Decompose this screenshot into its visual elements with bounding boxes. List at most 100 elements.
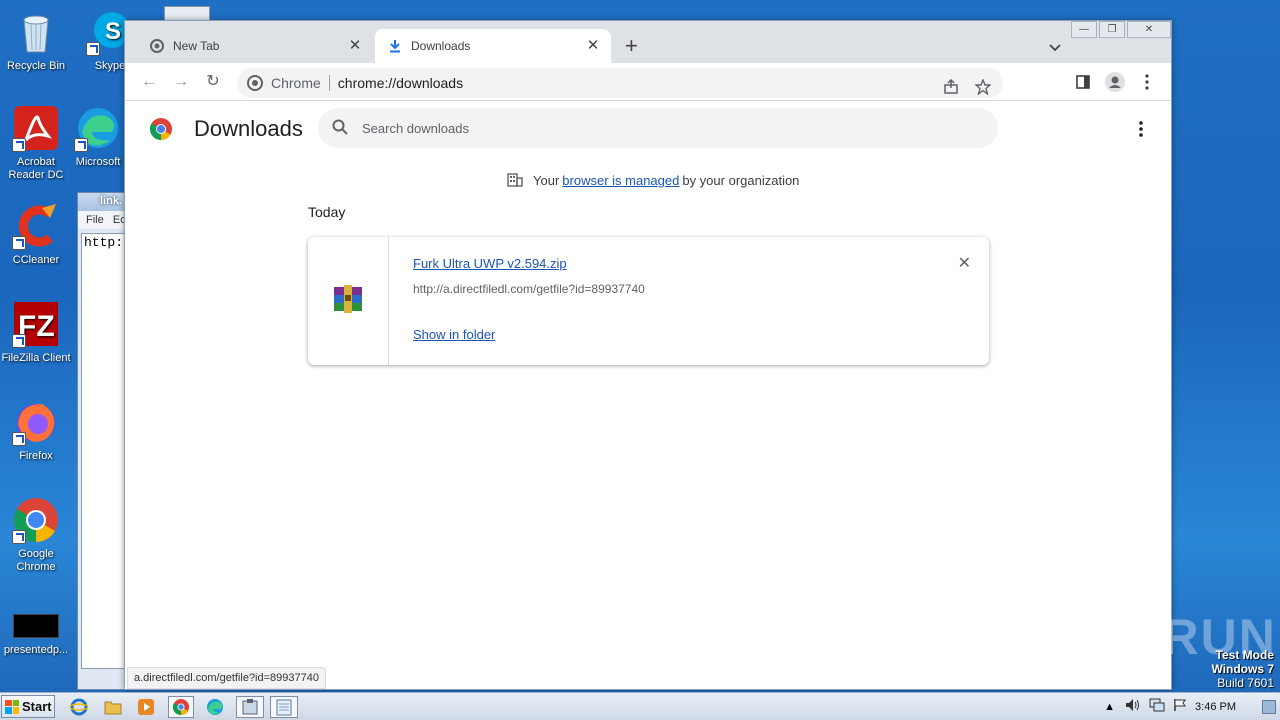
desktop-icon-label: Skype (94, 60, 126, 72)
managed-link[interactable]: browser is managed (562, 173, 679, 188)
desktop-icon-firefox[interactable]: Firefox (0, 398, 74, 463)
firefox-icon (12, 398, 60, 446)
back-arrow-icon[interactable]: ← (139, 72, 159, 92)
acrobat-icon (12, 104, 60, 152)
side-panel-icon[interactable] (1073, 72, 1093, 92)
test-mode-line1: Test Mode (1215, 648, 1274, 662)
chrome-icon (149, 38, 165, 54)
svg-text:S: S (105, 18, 121, 45)
browser-menu-icon[interactable] (1137, 72, 1157, 92)
system-clock[interactable]: 3:46 PM (1195, 701, 1236, 713)
internet-explorer-icon[interactable] (68, 696, 90, 718)
filezilla-icon: FZ (12, 300, 60, 348)
tab-strip: — ❐ ✕ New Tab ✕ Downloads ✕ + (125, 21, 1171, 63)
desktop-icon-presented[interactable]: presentedp... (0, 614, 74, 657)
browser-toolbar: ← → ↻ Chrome chrome://downloads (125, 63, 1171, 101)
taskbar-chrome-icon[interactable] (168, 696, 194, 718)
taskbar-notepad-icon[interactable] (270, 696, 298, 718)
desktop-icon-ccleaner[interactable]: CCleaner (0, 202, 74, 267)
ccleaner-icon (12, 202, 60, 250)
chrome-logo-icon (149, 117, 173, 141)
download-item: Furk Ultra UWP v2.594.zip http://a.direc… (308, 237, 989, 365)
desktop-icon-google-chrome[interactable]: Google Chrome (0, 496, 74, 574)
tab-downloads[interactable]: Downloads ✕ (375, 29, 611, 63)
tab-close-icon[interactable]: ✕ (583, 36, 603, 56)
window-controls: — ❐ ✕ (1069, 21, 1171, 41)
new-tab-button[interactable]: + (625, 35, 638, 57)
taskbar-app-icon[interactable] (236, 696, 264, 718)
forward-arrow-icon[interactable]: → (171, 72, 191, 92)
address-separator (328, 75, 330, 91)
managed-prefix: Your (533, 173, 560, 188)
action-center-flag-icon[interactable] (1173, 698, 1187, 717)
tab-new-tab[interactable]: New Tab ✕ (137, 29, 373, 63)
window-close-button[interactable]: ✕ (1127, 21, 1171, 38)
show-hidden-icons-icon[interactable]: ▲ (1104, 701, 1115, 713)
address-chip: Chrome (271, 75, 321, 91)
download-file-icon-column (308, 237, 389, 365)
desktop-icon-label: Firefox (19, 450, 53, 462)
explorer-folder-icon[interactable] (102, 696, 124, 718)
desktop-icon-label: FileZilla Client (1, 352, 71, 364)
downloads-menu-icon[interactable] (1139, 121, 1143, 137)
media-player-icon[interactable] (135, 696, 157, 718)
share-icon[interactable] (943, 78, 959, 98)
desktop-icon-label: Google Chrome (16, 548, 56, 573)
volume-icon[interactable] (1125, 698, 1141, 717)
notepad-title-text: link. (100, 195, 123, 207)
desktop-icon-label: CCleaner (12, 254, 60, 266)
windows-logo-icon (5, 699, 19, 714)
search-placeholder: Search downloads (362, 120, 469, 136)
tab-search-chevron-icon[interactable] (1049, 39, 1061, 52)
tab-label: New Tab (173, 39, 220, 53)
test-mode-notice: Test Mode Windows 7 Build 7601 (1211, 648, 1274, 690)
tab-close-icon[interactable]: ✕ (345, 36, 365, 56)
desktop-icon-recycle-bin[interactable]: Recycle Bin (0, 8, 74, 73)
bookmark-star-icon[interactable] (974, 78, 992, 98)
test-mode-line2: Windows 7 (1211, 662, 1274, 676)
profile-avatar-icon[interactable] (1105, 72, 1125, 92)
recycle-bin-icon (12, 8, 60, 56)
taskbar: Start ▲ 3:46 PM (0, 692, 1280, 720)
chrome-window: — ❐ ✕ New Tab ✕ Downloads ✕ + ← → ↻ Chro… (124, 20, 1172, 690)
menu-file[interactable]: File (86, 214, 104, 226)
building-icon (507, 171, 523, 190)
tab-label: Downloads (411, 39, 471, 53)
search-icon (332, 119, 348, 138)
status-bubble: a.directfiledl.com/getfile?id=89937740 (127, 667, 326, 689)
address-bar[interactable]: Chrome chrome://downloads (237, 68, 1003, 98)
managed-suffix: by your organization (682, 173, 800, 188)
network-icon[interactable] (1149, 698, 1165, 717)
show-desktop-button[interactable] (1262, 700, 1276, 714)
minimize-button[interactable]: — (1071, 21, 1097, 38)
date-section-heading: Today (308, 204, 346, 220)
reload-icon[interactable]: ↻ (203, 72, 223, 92)
winrar-archive-icon (332, 283, 364, 320)
taskbar-edge-icon[interactable] (204, 696, 226, 718)
download-icon (387, 38, 403, 54)
desktop-icon-label: Acrobat Reader DC (8, 156, 64, 181)
desktop-icon-label: Recycle Bin (6, 60, 66, 72)
desktop-icon-label: presentedp... (3, 644, 69, 656)
downloads-header: Downloads Search downloads (125, 101, 1171, 159)
test-mode-line3: Build 7601 (1217, 676, 1274, 690)
download-source-url: http://a.directfiledl.com/getfile?id=899… (413, 282, 645, 296)
address-url[interactable]: chrome://downloads (338, 75, 463, 91)
download-filename-link[interactable]: Furk Ultra UWP v2.594.zip (413, 256, 567, 271)
desktop-icon-label: Microsoft (75, 156, 121, 168)
file-thumbnail-icon (12, 614, 60, 640)
desktop-icon-filezilla[interactable]: FZ FileZilla Client (0, 300, 74, 365)
remove-download-close-icon[interactable]: ✕ (958, 253, 971, 273)
chrome-icon (12, 496, 60, 544)
notepad-content: http: (84, 235, 124, 250)
system-tray: ▲ 3:46 PM (1104, 693, 1280, 720)
show-in-folder-link[interactable]: Show in folder (413, 327, 495, 342)
search-downloads-input[interactable]: Search downloads (318, 108, 998, 148)
restore-button[interactable]: ❐ (1099, 21, 1125, 38)
chrome-site-icon (247, 75, 263, 91)
start-button[interactable]: Start (1, 695, 55, 718)
edge-icon (74, 104, 122, 152)
page-title: Downloads (194, 116, 303, 141)
managed-notice: Your browser is managed by your organiza… (507, 171, 799, 190)
start-label: Start (22, 699, 52, 714)
